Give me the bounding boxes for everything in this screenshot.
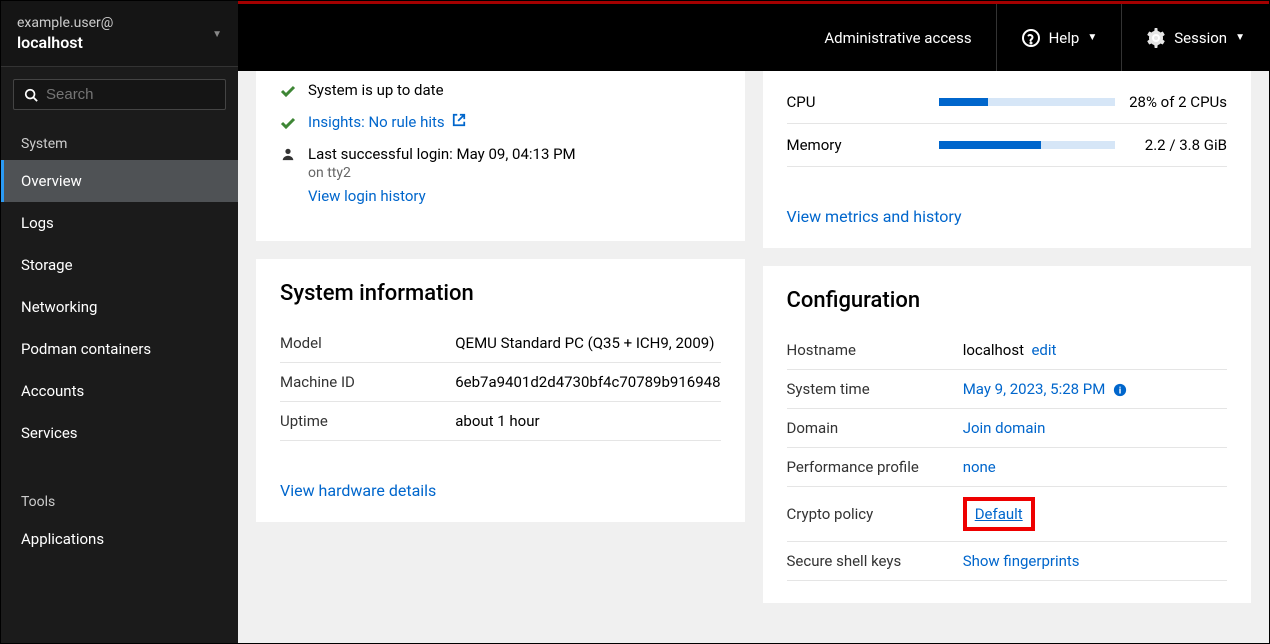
check-icon: [280, 115, 296, 131]
health-card: System is up to date Insights: No rule h…: [256, 71, 745, 241]
memory-bar: [939, 141, 1116, 149]
search-icon: [24, 88, 38, 102]
config-title: Configuration: [787, 288, 1228, 313]
hostname: localhost: [17, 33, 222, 52]
chevron-down-icon: ▼: [1235, 32, 1245, 43]
sidebar-item-podman[interactable]: Podman containers: [1, 328, 238, 370]
cpu-value: 28% of 2 CPUs: [1127, 93, 1227, 111]
model-value: QEMU Standard PC (Q35 + ICH9, 2009): [455, 324, 720, 363]
sidebar-item-accounts[interactable]: Accounts: [1, 370, 238, 412]
login-tty: on tty2: [308, 165, 576, 181]
domain-label: Domain: [787, 409, 963, 448]
machineid-value: 6eb7a9401d2d4730bf4c70789b916948: [455, 363, 720, 402]
search-input[interactable]: [46, 86, 215, 103]
sysinfo-card: System information ModelQEMU Standard PC…: [256, 259, 745, 522]
perf-profile-link[interactable]: none: [963, 458, 996, 476]
cpu-bar: [939, 98, 1116, 106]
usage-card: CPU 28% of 2 CPUs Memory 2.2 / 3.8 GiB V…: [763, 71, 1252, 248]
username: example.user@: [17, 15, 222, 31]
search-input-wrap[interactable]: [13, 79, 226, 110]
chevron-down-icon: ▼: [212, 29, 222, 40]
admin-access-button[interactable]: Administrative access: [800, 4, 995, 71]
topbar: Administrative access Help ▼ Session ▼: [238, 1, 1269, 71]
sidebar: example.user@ localhost ▼ System Overvie…: [1, 1, 238, 643]
perf-label: Performance profile: [787, 448, 963, 487]
hostname-edit-link[interactable]: edit: [1031, 341, 1056, 359]
help-menu[interactable]: Help ▼: [996, 4, 1122, 71]
systime-label: System time: [787, 370, 963, 409]
hardware-details-link[interactable]: View hardware details: [280, 481, 721, 500]
model-label: Model: [280, 324, 455, 363]
insights-link[interactable]: Insights: No rule hits: [308, 113, 445, 131]
info-icon: i: [1113, 380, 1127, 398]
check-icon: [280, 83, 296, 99]
join-domain-link[interactable]: Join domain: [963, 419, 1046, 437]
chevron-down-icon: ▼: [1087, 32, 1097, 43]
session-menu[interactable]: Session ▼: [1121, 4, 1269, 71]
sidebar-item-services[interactable]: Services: [1, 412, 238, 454]
user-selector[interactable]: example.user@ localhost ▼: [1, 1, 238, 67]
login-history-link[interactable]: View login history: [308, 187, 576, 205]
sysinfo-title: System information: [280, 281, 721, 306]
config-card: Configuration Hostname localhost edit Sy…: [763, 266, 1252, 603]
metrics-link[interactable]: View metrics and history: [787, 207, 1228, 226]
crypto-label: Crypto policy: [787, 487, 963, 542]
user-icon: [280, 147, 296, 161]
gear-icon: [1146, 28, 1166, 48]
cpu-label: CPU: [787, 93, 927, 111]
hostname-value: localhost: [963, 341, 1024, 359]
nav-section-tools: Tools: [1, 486, 238, 518]
uptime-value: about 1 hour: [455, 402, 720, 441]
svg-text:i: i: [1119, 386, 1122, 397]
ssh-fingerprints-link[interactable]: Show fingerprints: [963, 552, 1080, 570]
crypto-highlight: Default: [963, 497, 1035, 531]
hostname-label: Hostname: [787, 331, 963, 370]
external-link-icon: [452, 113, 466, 131]
sidebar-item-applications[interactable]: Applications: [1, 518, 238, 560]
crypto-policy-link[interactable]: Default: [975, 505, 1023, 523]
memory-value: 2.2 / 3.8 GiB: [1127, 136, 1227, 154]
machineid-label: Machine ID: [280, 363, 455, 402]
uptime-label: Uptime: [280, 402, 455, 441]
sidebar-item-overview[interactable]: Overview: [1, 160, 238, 202]
sidebar-item-logs[interactable]: Logs: [1, 202, 238, 244]
health-uptodate: System is up to date: [308, 81, 444, 99]
systime-link[interactable]: May 9, 2023, 5:28 PM: [963, 380, 1106, 398]
nav-section-system: System: [1, 128, 238, 160]
ssh-label: Secure shell keys: [787, 542, 963, 581]
sidebar-item-storage[interactable]: Storage: [1, 244, 238, 286]
last-login: Last successful login: May 09, 04:13 PM: [308, 145, 576, 163]
help-icon: [1021, 28, 1041, 48]
memory-label: Memory: [787, 136, 927, 154]
sidebar-item-networking[interactable]: Networking: [1, 286, 238, 328]
